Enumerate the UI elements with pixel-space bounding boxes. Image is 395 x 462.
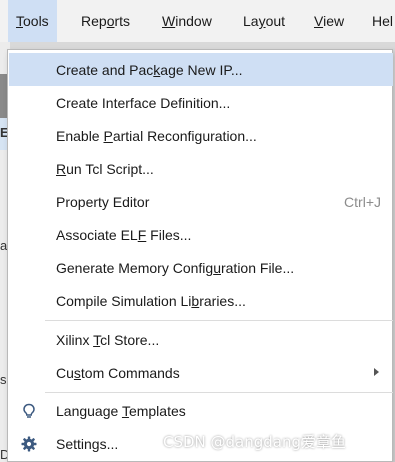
menu-item-enable-partial-reconfiguration[interactable]: Enable Partial Reconfiguration... bbox=[9, 119, 393, 152]
menu-item-label: Compile Simulation Libraries... bbox=[56, 292, 246, 309]
menu-tools[interactable]: Tools bbox=[8, 0, 57, 42]
menu-item-create-interface-definition[interactable]: Create Interface Definition... bbox=[9, 86, 393, 119]
menu-layout[interactable]: Layout bbox=[235, 0, 293, 42]
menu-item-label: Language Templates bbox=[56, 402, 186, 419]
menu-item-label: Enable Partial Reconfiguration... bbox=[56, 127, 257, 144]
menu-separator bbox=[45, 320, 393, 321]
menu-item-compile-simulation-libraries[interactable]: Compile Simulation Libraries... bbox=[9, 284, 393, 317]
menu-window-rest: indow bbox=[175, 13, 212, 29]
menu-item-label: Custom Commands bbox=[56, 364, 180, 381]
gear-icon bbox=[19, 427, 39, 460]
menu-help-prefix: Hel bbox=[372, 13, 394, 29]
menu-item-xilinx-tcl-store[interactable]: Xilinx Tcl Store... bbox=[9, 323, 393, 356]
menu-item-label: Generate Memory Configuration File... bbox=[56, 259, 295, 276]
menu-item-language-templates[interactable]: Language Templates bbox=[9, 394, 393, 427]
menu-layout-rest: out bbox=[265, 13, 286, 29]
menu-reports-rest: rts bbox=[114, 13, 131, 29]
menu-separator bbox=[45, 392, 393, 393]
menu-view-rest: iew bbox=[323, 13, 345, 29]
menu-view[interactable]: View bbox=[306, 0, 352, 42]
menu-item-run-tcl-script[interactable]: Run Tcl Script... bbox=[9, 152, 393, 185]
menu-item-custom-commands[interactable]: Custom Commands bbox=[9, 356, 393, 389]
menu-item-label: Xilinx Tcl Store... bbox=[56, 331, 160, 348]
menu-window-mnemonic: W bbox=[162, 13, 176, 29]
menu-tools-mnemonic: T bbox=[16, 13, 23, 29]
lightbulb-icon bbox=[19, 394, 39, 427]
submenu-arrow-icon bbox=[374, 368, 379, 376]
menu-tools-rest: ools bbox=[23, 13, 49, 29]
menu-reports[interactable]: Reports bbox=[73, 0, 138, 42]
menu-view-mnemonic: V bbox=[314, 13, 324, 29]
menu-item-label: Associate ELF Files... bbox=[56, 226, 192, 243]
menu-item-create-package-ip[interactable]: Create and Package New IP... bbox=[9, 53, 393, 86]
menu-layout-mnemonic: y bbox=[258, 13, 266, 29]
menu-item-label: Create and Package New IP... bbox=[56, 61, 243, 78]
menubar: Tools Reports Window Layout View Hel bbox=[0, 0, 395, 42]
menu-layout-prefix: La bbox=[243, 13, 259, 29]
menu-item-label: Run Tcl Script... bbox=[56, 160, 154, 177]
tools-dropdown-menu: Create and Package New IP... Create Inte… bbox=[7, 49, 393, 462]
menu-help[interactable]: Hel bbox=[364, 0, 395, 42]
menu-item-shortcut: Ctrl+J bbox=[344, 193, 381, 210]
menu-item-property-editor[interactable]: Property Editor Ctrl+J bbox=[9, 185, 393, 218]
menu-window[interactable]: Window bbox=[154, 0, 220, 42]
menu-item-label: Create Interface Definition... bbox=[56, 94, 231, 111]
menu-reports-prefix: Rep bbox=[81, 13, 107, 29]
menu-item-label: Settings... bbox=[56, 435, 119, 452]
menu-item-label: Property Editor bbox=[56, 193, 150, 210]
menu-item-generate-memory-configuration[interactable]: Generate Memory Configuration File... bbox=[9, 251, 393, 284]
watermark-text: CSDN @dangdang爱章鱼 bbox=[163, 433, 347, 451]
menu-item-associate-elf-files[interactable]: Associate ELF Files... bbox=[9, 218, 393, 251]
